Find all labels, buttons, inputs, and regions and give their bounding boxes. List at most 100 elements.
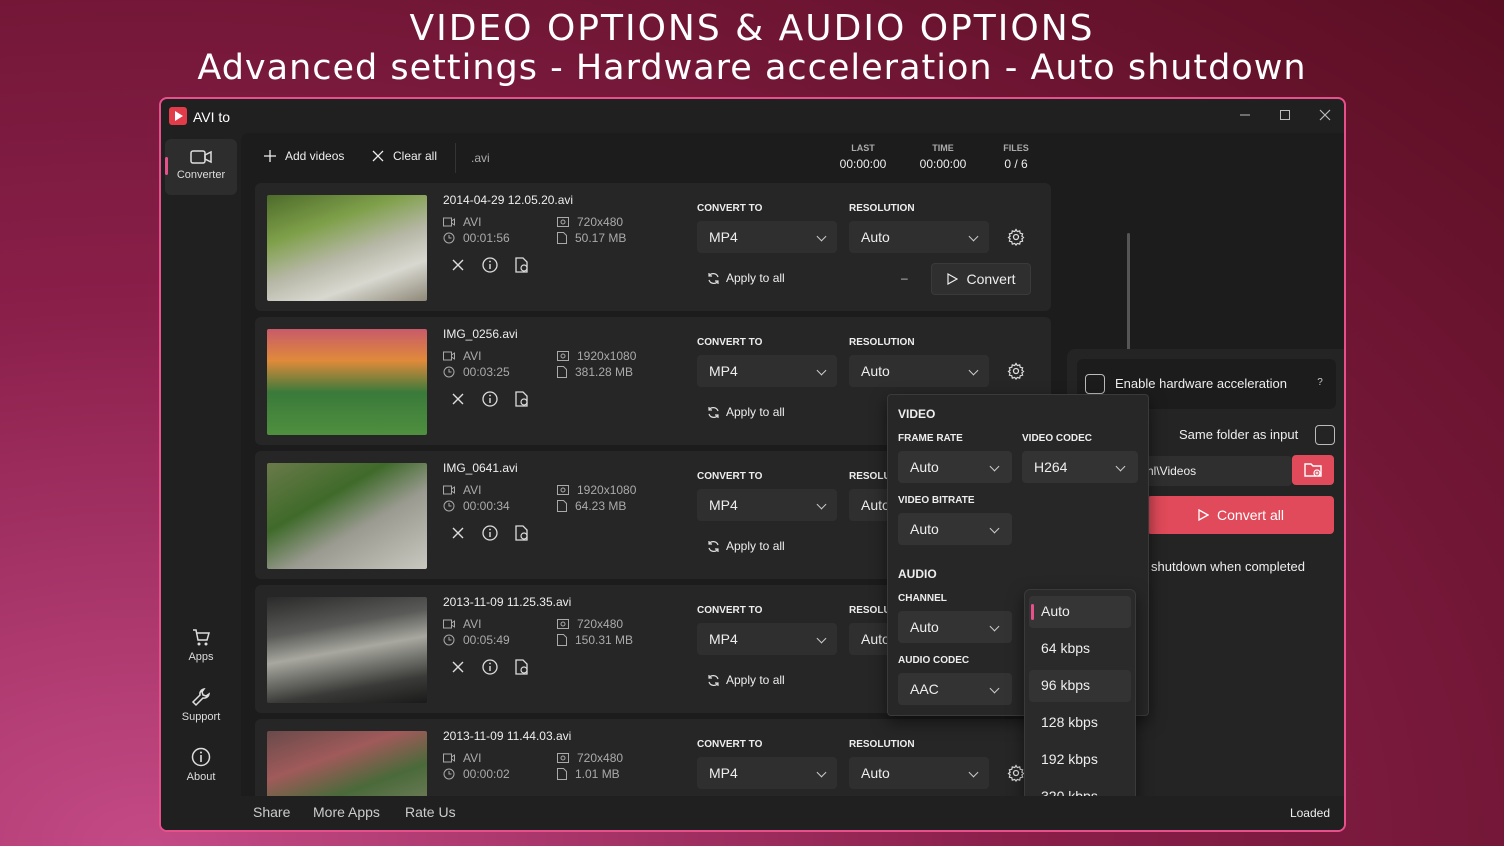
more-apps-link[interactable]: More Apps — [313, 804, 380, 820]
close-icon — [1319, 109, 1331, 121]
sidebar-label-about: About — [186, 771, 216, 783]
file-card: 2013-11-09 11.44.03.avi AVI 00:00:02 720… — [255, 719, 1051, 796]
open-file-icon[interactable] — [513, 256, 531, 274]
file-icon — [557, 366, 567, 378]
plus-icon — [264, 150, 276, 162]
remove-file-icon[interactable] — [449, 390, 467, 408]
convert-to-select[interactable]: MP4 — [697, 221, 837, 253]
gear-icon[interactable] — [1007, 764, 1025, 782]
video-thumbnail[interactable] — [267, 463, 427, 569]
toolbar: Add videos Clear all .avi LAST 00:00:00 … — [241, 133, 1061, 183]
convert-to-select[interactable]: MP4 — [697, 623, 837, 655]
progress-dash: – — [901, 271, 908, 285]
convert-button[interactable]: Convert — [931, 263, 1031, 295]
convert-to-label: CONVERT TO — [697, 605, 763, 616]
frame-rate-select[interactable]: Auto — [898, 451, 1012, 483]
bitrate-option[interactable]: 64 kbps — [1029, 633, 1131, 665]
promo-title: VIDEO OPTIONS & AUDIO OPTIONS — [409, 8, 1095, 49]
auto-shutdown-label[interactable]: shutdown when completed — [1151, 559, 1305, 574]
file-duration: 00:00:34 — [443, 499, 510, 513]
sidebar-item-support[interactable]: Support — [165, 687, 237, 723]
convert-to-select[interactable]: MP4 — [697, 757, 837, 789]
refresh-icon — [708, 540, 719, 552]
stat-time: TIME 00:00:00 — [913, 143, 973, 171]
chevron-down-icon — [989, 621, 1000, 632]
bitrate-option[interactable]: 128 kbps — [1029, 707, 1131, 739]
open-file-icon[interactable] — [513, 524, 531, 542]
wrench-icon — [191, 687, 211, 707]
extension-filter: .avi — [471, 151, 490, 165]
close-button[interactable] — [1305, 105, 1344, 127]
open-file-icon[interactable] — [513, 658, 531, 676]
apply-to-all-button[interactable]: Apply to all — [707, 405, 785, 419]
help-icon[interactable]: ? — [1313, 377, 1327, 391]
sidebar-item-apps[interactable]: Apps — [165, 627, 237, 663]
sidebar-item-about[interactable]: About — [165, 747, 237, 783]
file-size-text: 50.17 MB — [575, 231, 627, 245]
file-info-icon[interactable] — [481, 658, 499, 676]
apply-to-all-button[interactable]: Apply to all — [707, 673, 785, 687]
sidebar-item-converter[interactable]: Converter — [165, 139, 237, 195]
file-info-icon[interactable] — [481, 256, 499, 274]
hardware-acceleration-label: Enable hardware acceleration — [1115, 376, 1287, 391]
maximize-button[interactable] — [1265, 105, 1305, 127]
minimize-button[interactable] — [1225, 105, 1265, 127]
file-size: 64.23 MB — [557, 499, 626, 513]
bitrate-option[interactable]: 96 kbps — [1029, 670, 1131, 702]
video-codec-select[interactable]: H264 — [1022, 451, 1138, 483]
file-duration: 00:03:25 — [443, 365, 510, 379]
hardware-acceleration-checkbox[interactable] — [1085, 374, 1105, 394]
clear-all-button[interactable]: Clear all — [371, 149, 437, 163]
resolution-select[interactable]: Auto — [849, 221, 989, 253]
sidebar: Converter Apps Support About — [161, 133, 241, 830]
file-info-icon[interactable] — [481, 524, 499, 542]
remove-file-icon[interactable] — [449, 256, 467, 274]
file-dimensions: 1920x1080 — [557, 483, 636, 497]
convert-to-select[interactable]: MP4 — [697, 489, 837, 521]
video-bitrate-label: VIDEO BITRATE — [898, 495, 975, 506]
video-thumbnail[interactable] — [267, 731, 427, 796]
audio-codec-select[interactable]: AAC — [898, 673, 1012, 705]
video-thumbnail[interactable] — [267, 597, 427, 703]
browse-folder-button[interactable] — [1292, 455, 1334, 485]
file-duration-text: 00:00:34 — [463, 499, 510, 513]
file-duration-text: 00:03:25 — [463, 365, 510, 379]
video-bitrate-select[interactable]: Auto — [898, 513, 1012, 545]
share-link[interactable]: Share — [253, 804, 290, 820]
resolution-select[interactable]: Auto — [849, 757, 989, 789]
remove-file-icon[interactable] — [449, 524, 467, 542]
apply-to-all-button[interactable]: Apply to all — [707, 539, 785, 553]
open-file-icon[interactable] — [513, 390, 531, 408]
apply-to-all-button[interactable]: Apply to all — [707, 271, 785, 285]
resolution-select[interactable]: Auto — [849, 355, 989, 387]
convert-all-button[interactable]: Convert all — [1147, 496, 1334, 534]
apply-to-all-label: Apply to all — [726, 673, 785, 687]
file-info-icon[interactable] — [481, 390, 499, 408]
bitrate-option[interactable]: 192 kbps — [1029, 744, 1131, 776]
convert-to-label: CONVERT TO — [697, 471, 763, 482]
info-icon — [191, 747, 211, 767]
video-thumbnail[interactable] — [267, 195, 427, 301]
output-path-input[interactable]: hl\Videos — [1137, 456, 1292, 486]
rate-us-link[interactable]: Rate Us — [405, 804, 456, 820]
file-format: AVI — [443, 349, 481, 363]
file-name: 2013-11-09 11.25.35.avi — [443, 595, 572, 609]
bitrate-option[interactable]: Auto — [1029, 596, 1131, 628]
channel-select[interactable]: Auto — [898, 611, 1012, 643]
audio-codec-value: AAC — [910, 681, 939, 697]
clock-icon — [443, 634, 455, 646]
video-section-header: VIDEO — [898, 407, 936, 421]
app-title: AVI to — [193, 109, 231, 125]
same-folder-checkbox[interactable] — [1315, 425, 1335, 445]
gear-icon[interactable] — [1007, 362, 1025, 380]
remove-file-icon[interactable] — [449, 658, 467, 676]
video-thumbnail[interactable] — [267, 329, 427, 435]
file-duration: 00:05:49 — [443, 633, 510, 647]
convert-to-label: CONVERT TO — [697, 739, 763, 750]
add-videos-button[interactable]: Add videos — [263, 149, 344, 163]
convert-to-select[interactable]: MP4 — [697, 355, 837, 387]
gear-icon[interactable] — [1007, 228, 1025, 246]
convert-to-value: MP4 — [709, 363, 738, 379]
film-icon — [443, 351, 455, 361]
resolution-value: Auto — [861, 497, 890, 513]
